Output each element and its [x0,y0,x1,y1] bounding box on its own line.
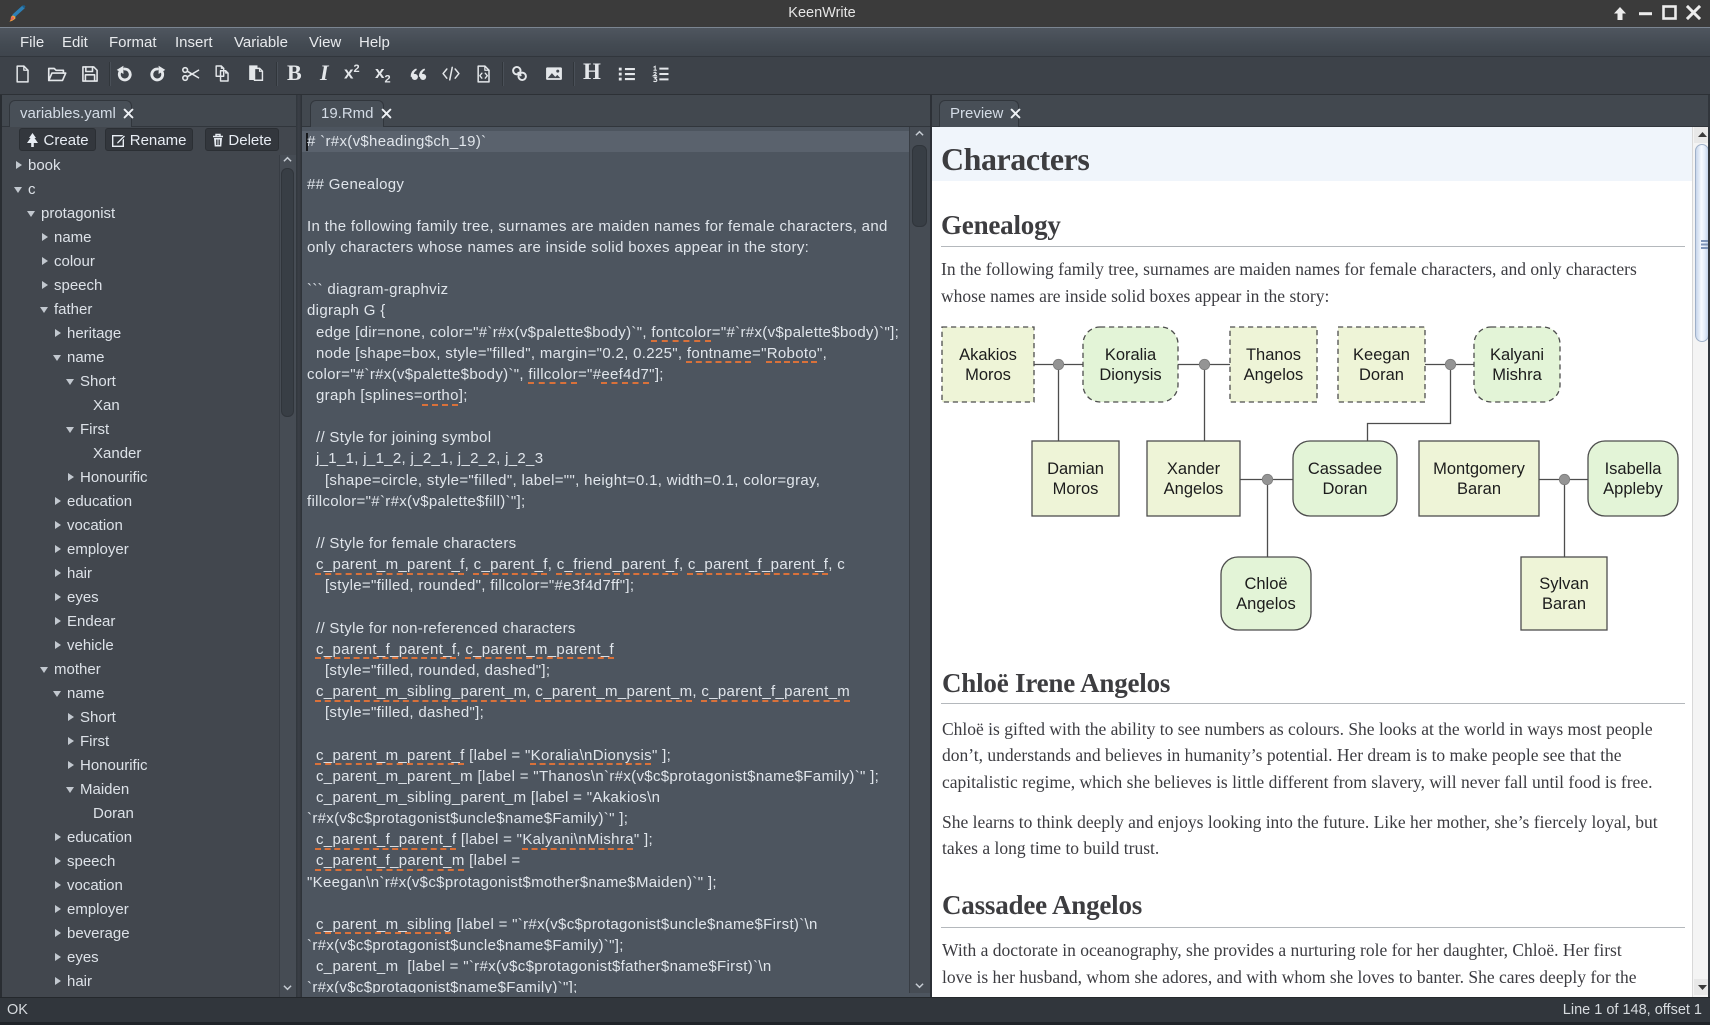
svg-text:Akakios: Akakios [959,346,1017,364]
svg-text:Mishra: Mishra [1492,366,1542,384]
svg-text:Koralia: Koralia [1105,346,1157,364]
svg-text:Cassadee: Cassadee [1308,460,1382,478]
svg-text:Moros: Moros [1053,480,1099,498]
svg-text:Moros: Moros [965,366,1011,384]
svg-text:Appleby: Appleby [1603,480,1663,498]
svg-text:Baran: Baran [1542,595,1586,613]
svg-text:Sylvan: Sylvan [1539,575,1589,593]
svg-text:Montgomery: Montgomery [1433,460,1525,478]
svg-text:Doran: Doran [1359,366,1404,384]
svg-text:Thanos: Thanos [1246,346,1301,364]
svg-text:Keegan: Keegan [1353,346,1410,364]
svg-text:Kalyani: Kalyani [1490,346,1544,364]
svg-text:Dionysis: Dionysis [1099,366,1161,384]
svg-text:Angelos: Angelos [1164,480,1224,498]
svg-text:Angelos: Angelos [1244,366,1304,384]
svg-text:Damian: Damian [1047,460,1104,478]
svg-text:Baran: Baran [1457,480,1501,498]
svg-text:Chloë: Chloë [1244,575,1287,593]
svg-text:Angelos: Angelos [1236,595,1296,613]
svg-text:Xander: Xander [1167,460,1221,478]
svg-text:Isabella: Isabella [1605,460,1663,478]
svg-text:Doran: Doran [1323,480,1368,498]
